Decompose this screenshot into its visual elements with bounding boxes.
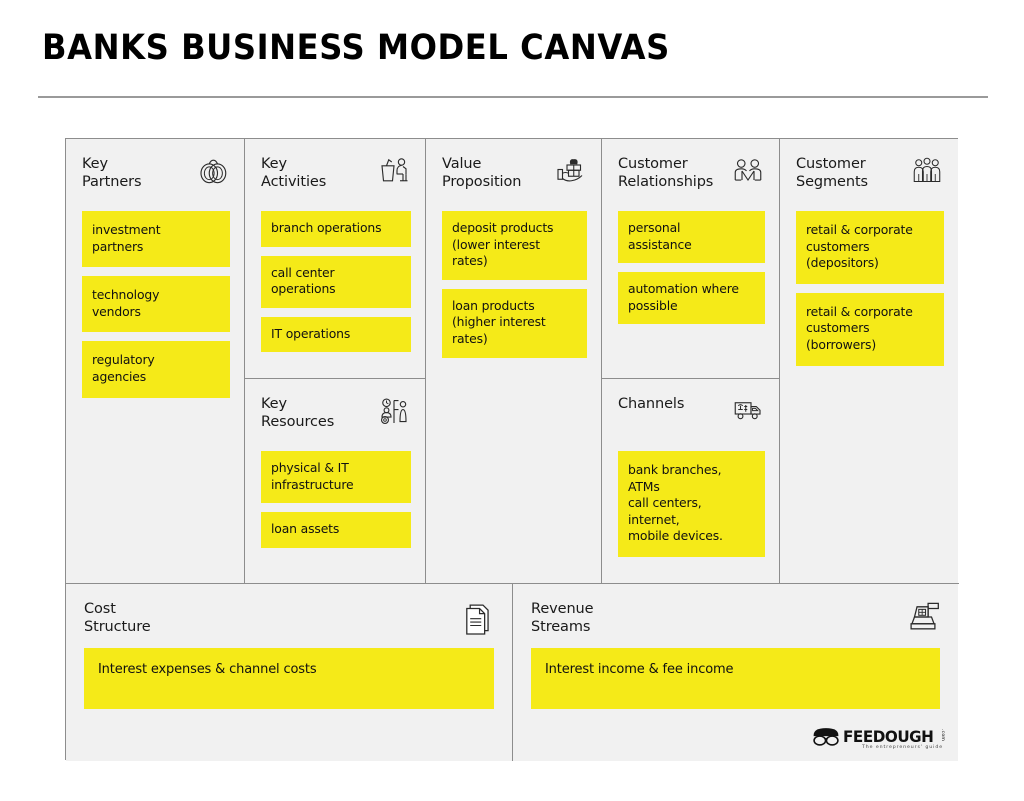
canvas-page: BANKS BUSINESS MODEL CANVAS Key Partners — [0, 0, 1024, 801]
block-key-partners[interactable]: Key Partners investment partners technol… — [66, 139, 245, 583]
note[interactable]: investment partners — [82, 211, 230, 268]
key-partners-header: Key Partners — [82, 155, 230, 201]
business-model-canvas: Key Partners investment partners technol… — [65, 138, 959, 761]
key-partners-notes: investment partners technology vendors r… — [82, 211, 230, 398]
block-customer-relationships[interactable]: Customer Relationships personal assistan… — [602, 139, 779, 379]
note[interactable]: call center operations — [261, 255, 411, 308]
block-key-resources[interactable]: Key Resources physical & IT infrastructu… — [245, 379, 425, 583]
block-column-activities-resources: Key Activities branch operations call ce… — [245, 139, 426, 583]
channels-header: Channels — [618, 395, 765, 441]
block-key-activities[interactable]: Key Activities branch operations call ce… — [245, 139, 425, 379]
note[interactable]: retail & corporate customers (borrowers) — [796, 292, 944, 366]
key-resources-title: Key Resources — [261, 396, 335, 431]
note[interactable]: bank branches, ATMs call centers, intern… — [618, 451, 765, 558]
customer-segments-header: Customer Segments — [796, 155, 944, 201]
cash-register-icon — [906, 598, 940, 636]
logo-wordmark: FEEDOUGH — [843, 727, 934, 746]
block-channels[interactable]: Channels bank branches, ATMs call center… — [602, 379, 779, 583]
key-activities-title: Key Activities — [261, 156, 327, 191]
title-divider — [38, 96, 988, 98]
customer-segments-title: Customer Segments — [796, 156, 869, 191]
canvas-top-row: Key Partners investment partners technol… — [66, 139, 959, 583]
feedough-logo[interactable]: FEEDOUGH .com The entrepreneurs' guide — [811, 725, 945, 750]
interlocking-rings-icon — [196, 156, 230, 186]
note[interactable]: deposit products (lower interest rates) — [442, 211, 587, 280]
value-proposition-title: Value Proposition — [442, 156, 522, 191]
key-activities-header: Key Activities — [261, 155, 411, 201]
note[interactable]: retail & corporate customers (depositors… — [796, 211, 944, 284]
logo-tagline: The entrepreneurs' guide — [862, 745, 943, 750]
customer-relationships-notes: personal assistance automation where pos… — [618, 211, 765, 325]
note[interactable]: Interest expenses & channel costs — [84, 648, 494, 710]
value-proposition-notes: deposit products (lower interest rates) … — [442, 211, 587, 358]
key-resources-header: Key Resources — [261, 395, 411, 441]
note[interactable]: loan products (higher interest rates) — [442, 288, 587, 358]
value-proposition-header: Value Proposition — [442, 155, 587, 201]
person-at-desk-icon — [377, 156, 411, 186]
canvas-bottom-row: Cost Structure Interest expenses & chann… — [66, 583, 959, 761]
stacked-documents-icon — [460, 598, 494, 636]
group-of-people-icon — [910, 156, 944, 186]
two-people-handshake-icon — [731, 156, 765, 186]
key-partners-title: Key Partners — [82, 156, 142, 191]
gift-in-hand-icon — [553, 156, 587, 186]
block-value-proposition[interactable]: Value Proposition deposit products (lowe… — [426, 139, 602, 583]
customer-relationships-title: Customer Relationships — [618, 156, 714, 191]
note[interactable]: regulatory agencies — [82, 341, 230, 398]
note[interactable]: branch operations — [261, 211, 411, 247]
note[interactable]: Interest income & fee income — [531, 648, 940, 710]
key-resources-notes: physical & IT infrastructure loan assets — [261, 451, 411, 548]
note[interactable]: automation where possible — [618, 272, 765, 325]
channels-notes: bank branches, ATMs call centers, intern… — [618, 451, 765, 558]
block-column-relationships-channels: Customer Relationships personal assistan… — [602, 139, 780, 583]
feedough-face-icon — [811, 727, 841, 747]
logo-dotcom: .com — [940, 729, 945, 742]
customer-segments-notes: retail & corporate customers (depositors… — [796, 211, 944, 366]
block-cost-structure[interactable]: Cost Structure Interest expenses & chann… — [66, 584, 513, 761]
block-customer-segments[interactable]: Customer Segments retail & corporate cus… — [780, 139, 958, 583]
cost-structure-title: Cost Structure — [84, 601, 151, 636]
key-activities-notes: branch operations call center operations… — [261, 211, 411, 353]
customer-relationships-header: Customer Relationships — [618, 155, 765, 201]
note[interactable]: physical & IT infrastructure — [261, 451, 411, 504]
delivery-truck-icon — [731, 396, 765, 426]
channels-title: Channels — [618, 396, 685, 412]
note[interactable]: loan assets — [261, 512, 411, 548]
note[interactable]: IT operations — [261, 316, 411, 353]
revenue-streams-title: Revenue Streams — [531, 601, 594, 636]
note[interactable]: technology vendors — [82, 276, 230, 333]
block-revenue-streams[interactable]: Revenue Streams Interest income & fee in… — [513, 584, 958, 761]
page-title: BANKS BUSINESS MODEL CANVAS — [42, 28, 670, 68]
gears-clock-person-icon — [377, 396, 411, 426]
note[interactable]: personal assistance — [618, 211, 765, 264]
